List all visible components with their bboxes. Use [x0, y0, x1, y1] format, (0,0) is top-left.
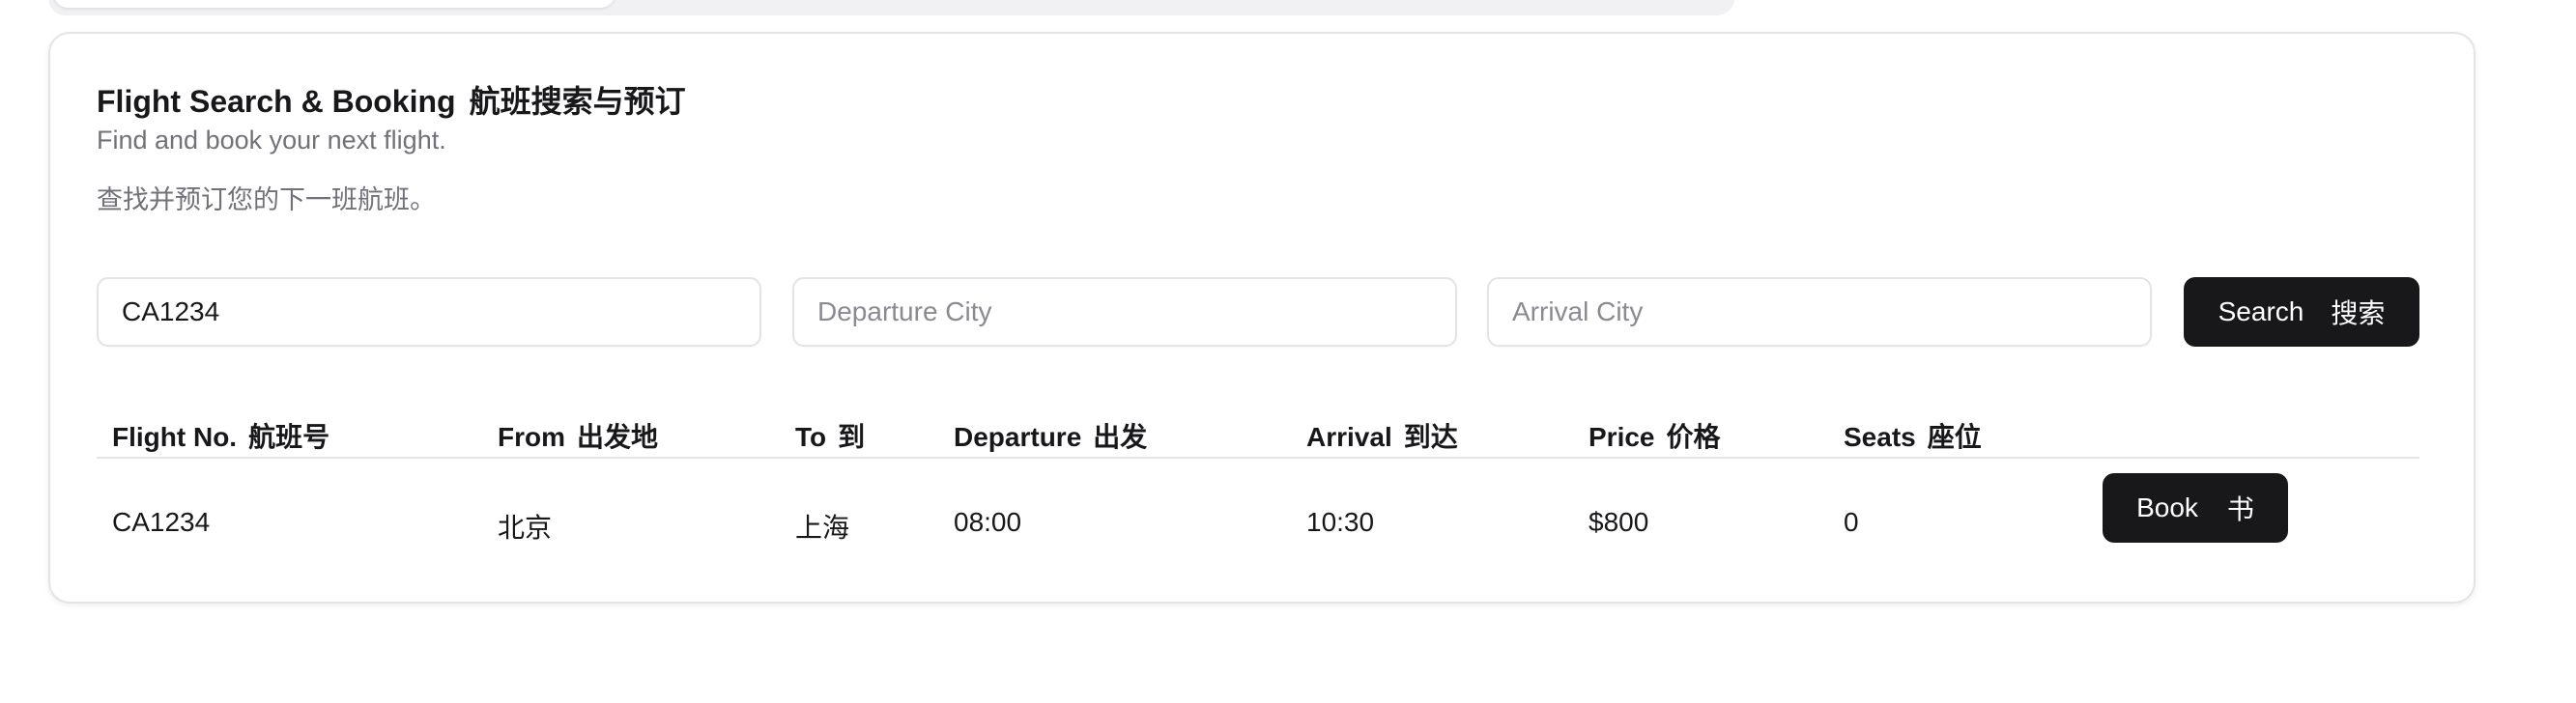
column-header-label-zh: 出发	[1093, 422, 1148, 452]
cell-arrival: 10:30	[1306, 507, 1375, 537]
column-header-label-zh: 出发地	[577, 422, 659, 452]
page-title-zh: 航班搜索与预订	[469, 84, 686, 119]
page-subtitle-zh: 查找并预订您的下一班航班。	[97, 185, 436, 214]
cell-departure: 08:00	[954, 507, 1022, 537]
column-header-price: Price 价格	[1589, 416, 1721, 455]
active-tab[interactable]	[54, 0, 615, 8]
table-header-divider	[97, 457, 2419, 459]
cell-price: $800	[1589, 507, 1649, 537]
column-header-label: Flight No.	[112, 422, 238, 452]
column-header-label-zh: 到达	[1403, 422, 1458, 452]
flight-search-card: Flight Search & Booking 航班搜索与预订 Find and …	[48, 32, 2476, 604]
column-header-to: To 到	[795, 416, 865, 455]
column-header-flight-no: Flight No. 航班号	[112, 416, 329, 455]
column-header-label: To	[795, 422, 827, 452]
page-title: Flight Search & Booking 航班搜索与预订	[97, 77, 686, 122]
book-button[interactable]: Book 书	[2103, 473, 2288, 543]
flight-number-input[interactable]	[97, 277, 761, 347]
cell-seats: 0	[1844, 507, 1859, 537]
page-subtitle: Find and book your next flight.	[97, 126, 446, 155]
search-button-label-zh: 搜索	[2331, 298, 2386, 328]
column-header-label-zh: 航班号	[248, 422, 330, 452]
search-button[interactable]: Search 搜索	[2184, 277, 2419, 347]
column-header-label: From	[498, 422, 565, 452]
book-button-label: Book	[2136, 492, 2198, 522]
column-header-seats: Seats 座位	[1844, 416, 1982, 455]
column-header-label: Departure	[954, 422, 1082, 452]
page-title-en: Flight Search & Booking	[97, 84, 456, 119]
cell-flight-no: CA1234	[112, 507, 211, 537]
column-header-label-zh: 座位	[1927, 422, 1982, 452]
column-header-label: Seats	[1844, 422, 1916, 452]
column-header-arrival: Arrival 到达	[1306, 416, 1458, 455]
column-header-label-zh: 到	[838, 422, 866, 452]
departure-city-input[interactable]	[792, 277, 1457, 347]
cell-from: 北京	[498, 513, 553, 543]
column-header-label-zh: 价格	[1666, 422, 1721, 452]
column-header-from: From 出发地	[498, 416, 658, 455]
book-button-label-zh: 书	[2226, 494, 2254, 524]
arrival-city-input[interactable]	[1487, 277, 2152, 347]
search-button-label: Search	[2218, 296, 2304, 326]
column-header-label: Arrival	[1306, 422, 1392, 452]
column-header-label: Price	[1589, 422, 1655, 452]
column-header-departure: Departure 出发	[954, 416, 1147, 455]
tab-bar	[48, 0, 1734, 15]
cell-to: 上海	[795, 513, 850, 543]
